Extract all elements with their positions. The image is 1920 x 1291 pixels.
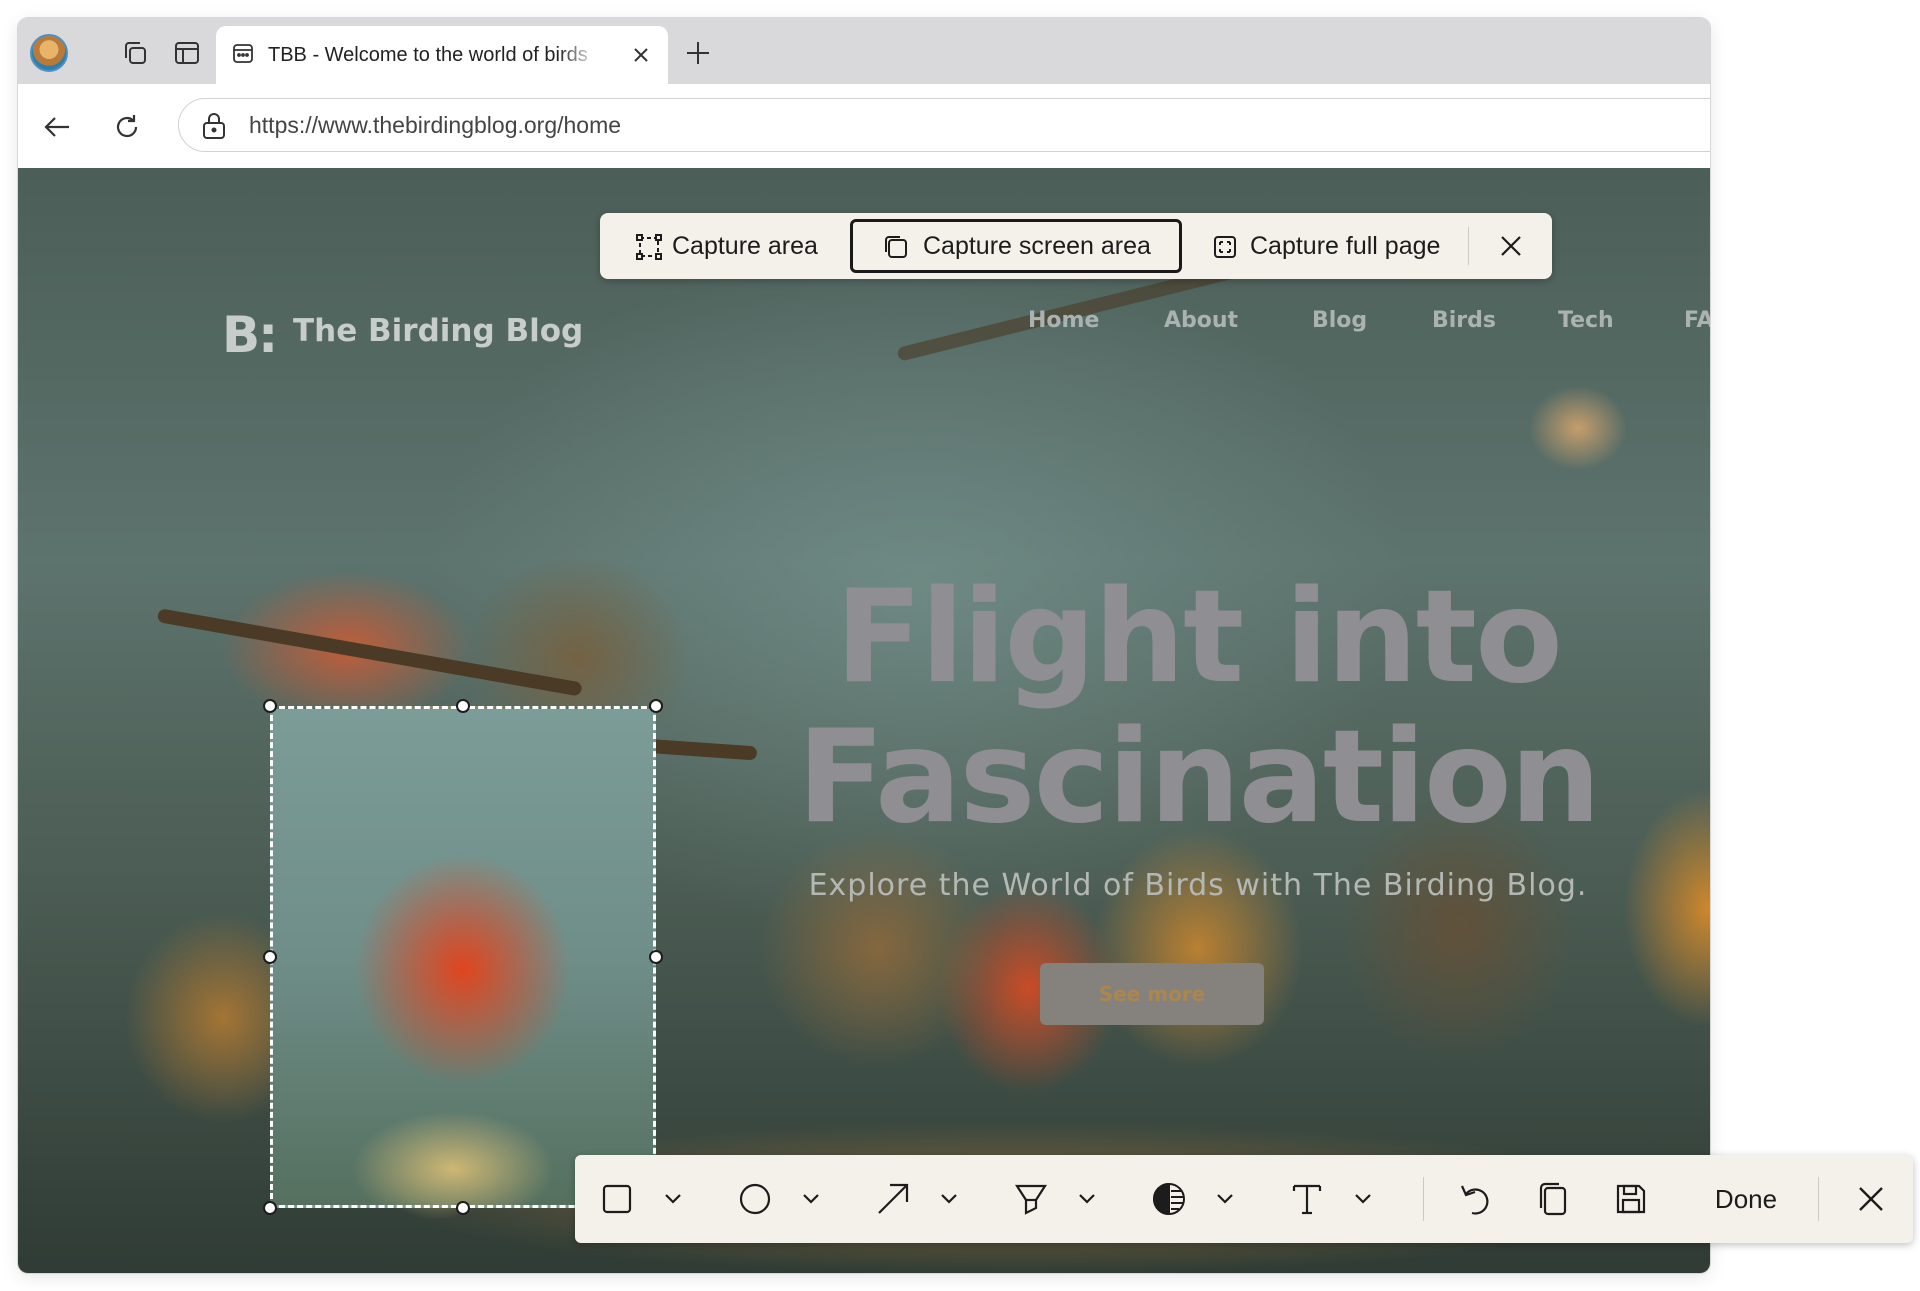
hero-title-line2: Fascination (797, 703, 1601, 852)
branch-decoration (156, 608, 583, 697)
hero-title: Flight into Fascination (698, 568, 1698, 848)
tab-title: TBB - Welcome to the world of birds (268, 43, 588, 66)
resize-handle-bottom[interactable] (456, 1201, 470, 1215)
capture-full-page-button[interactable]: Capture full page (1212, 219, 1452, 273)
chevron-down-icon[interactable] (1073, 1185, 1101, 1213)
chevron-down-icon[interactable] (1211, 1185, 1239, 1213)
done-button[interactable]: Done (1696, 1175, 1796, 1223)
copy-icon[interactable] (1531, 1177, 1575, 1221)
calendar-icon (232, 42, 254, 68)
ellipse-icon[interactable] (733, 1177, 777, 1221)
capture-area-icon (636, 234, 662, 260)
capture-screen-area-button[interactable]: Capture screen area (850, 219, 1182, 273)
capture-screen-area-label: Capture screen area (923, 231, 1151, 260)
back-icon[interactable] (36, 106, 78, 148)
close-capture-icon[interactable] (1496, 231, 1526, 261)
arrow-icon[interactable] (871, 1177, 915, 1221)
resize-handle-top-left[interactable] (263, 699, 277, 713)
resize-handle-top-right[interactable] (649, 699, 663, 713)
site-nav-fa[interactable]: FA (1684, 308, 1710, 333)
toolbar-divider (1818, 1177, 1819, 1221)
chevron-down-icon[interactable] (935, 1185, 963, 1213)
save-icon[interactable] (1609, 1177, 1653, 1221)
site-nav-birds[interactable]: Birds (1432, 308, 1496, 333)
toolbar-divider (1423, 1177, 1424, 1221)
tab-actions-icon[interactable] (168, 34, 206, 72)
fill-icon[interactable] (1147, 1177, 1191, 1221)
capture-area-label: Capture area (672, 231, 818, 260)
url-text[interactable]: https://www.thebirdingblog.org/home (249, 112, 621, 139)
site-nav-tech[interactable]: Tech (1558, 308, 1614, 333)
page-viewport: B: The Birding Blog Home About Blog Bird… (18, 168, 1710, 1273)
capture-full-page-label: Capture full page (1250, 231, 1441, 260)
undo-icon[interactable] (1453, 1177, 1497, 1221)
capture-screen-area-icon (883, 234, 909, 260)
see-more-button[interactable]: See more (1040, 963, 1264, 1025)
collections-icon[interactable] (116, 34, 154, 72)
site-nav-about[interactable]: About (1164, 308, 1238, 333)
capture-full-page-icon (1212, 234, 1238, 260)
site-nav-blog[interactable]: Blog (1312, 308, 1367, 333)
site-nav-home[interactable]: Home (1028, 308, 1099, 333)
markup-toolbar: Done (575, 1155, 1913, 1243)
site-nav: Home About Blog Birds Tech FA (18, 308, 1710, 348)
refresh-icon[interactable] (106, 106, 148, 148)
profile-avatar[interactable] (30, 34, 68, 72)
resize-handle-bottom-left[interactable] (263, 1201, 277, 1215)
resize-handle-top[interactable] (456, 699, 470, 713)
selection-rectangle[interactable] (270, 706, 656, 1208)
address-bar[interactable]: https://www.thebirdingblog.org/home (178, 98, 1710, 152)
resize-handle-right[interactable] (649, 950, 663, 964)
close-tab-icon[interactable] (628, 42, 654, 68)
chevron-down-icon[interactable] (659, 1185, 687, 1213)
chevron-down-icon[interactable] (797, 1185, 825, 1213)
browser-window: TBB - Welcome to the world of birds http… (18, 18, 1710, 1273)
text-icon[interactable] (1285, 1177, 1329, 1221)
hero-subtitle: Explore the World of Birds with The Bird… (808, 868, 1588, 903)
resize-handle-left[interactable] (263, 950, 277, 964)
chevron-down-icon[interactable] (1349, 1185, 1377, 1213)
rectangle-icon[interactable] (595, 1177, 639, 1221)
new-tab-icon[interactable] (678, 34, 718, 72)
hero-title-line1: Flight into (835, 563, 1563, 712)
highlighter-icon[interactable] (1009, 1177, 1053, 1221)
tab-bar: TBB - Welcome to the world of birds (18, 18, 1710, 84)
lock-icon[interactable] (199, 111, 229, 141)
navigation-bar: https://www.thebirdingblog.org/home (18, 84, 1710, 169)
capture-toolbar: Capture area Capture screen area Capture… (600, 213, 1552, 279)
capture-area-button[interactable]: Capture area (636, 219, 826, 273)
close-icon[interactable] (1849, 1177, 1893, 1221)
tab-active[interactable]: TBB - Welcome to the world of birds (216, 26, 668, 84)
toolbar-divider (1468, 227, 1469, 265)
